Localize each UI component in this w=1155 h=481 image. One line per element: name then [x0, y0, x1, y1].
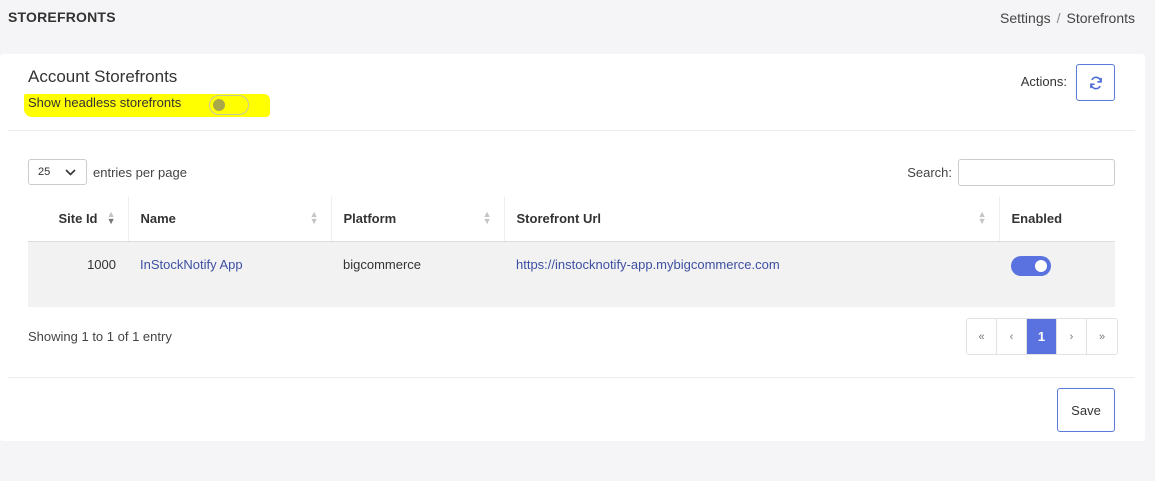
cell-name: InStockNotify App	[128, 241, 331, 307]
sort-icon: ▲ ▼	[309, 209, 319, 226]
sort-icon: ▲ ▼	[977, 209, 987, 226]
column-header-enabled: Enabled	[999, 197, 1115, 242]
refresh-icon	[1089, 76, 1102, 89]
column-header-storefront-url[interactable]: Storefront Url ▲ ▼	[504, 197, 1000, 242]
column-header-platform[interactable]: Platform ▲ ▼	[331, 197, 505, 242]
search-input[interactable]	[958, 159, 1115, 186]
showing-entries-text: Showing 1 to 1 of 1 entry	[28, 329, 172, 344]
pager-first[interactable]: «	[967, 319, 997, 354]
page-title: STOREFRONTS	[8, 9, 116, 25]
storefronts-table: Site Id ▲ ▼ Name ▲ ▼ Platform ▲ ▼ Storefron…	[28, 197, 1115, 307]
toggle-knob	[213, 99, 225, 111]
table-row: 1000 InStockNotify App bigcommerce https…	[28, 241, 1115, 307]
entries-value: 25	[38, 166, 51, 178]
entries-control: 25 entries per page	[28, 159, 187, 185]
cell-site-id: 1000	[28, 241, 128, 307]
headless-toggle[interactable]	[209, 95, 249, 115]
card-title: Account Storefronts	[28, 67, 178, 86]
pager-next[interactable]: ›	[1057, 319, 1087, 354]
entries-select[interactable]: 25	[28, 159, 87, 185]
column-header-site-id[interactable]: Site Id ▲ ▼	[28, 197, 129, 242]
cell-enabled	[999, 241, 1115, 307]
actions-label: Actions:	[1020, 74, 1067, 89]
breadcrumb-settings[interactable]: Settings	[1000, 10, 1051, 26]
storefront-url-link[interactable]: https://instocknotify-app.mybigcommerce.…	[516, 257, 780, 272]
pager-last[interactable]: »	[1087, 319, 1117, 354]
breadcrumb: Settings / Storefronts	[1000, 10, 1135, 26]
cell-platform: bigcommerce	[331, 241, 504, 307]
entries-label: entries per page	[93, 164, 187, 180]
breadcrumb-separator: /	[1056, 10, 1061, 26]
save-button[interactable]: Save	[1057, 388, 1115, 432]
sort-icon: ▲ ▼	[482, 209, 492, 226]
storefront-name-link[interactable]: InStockNotify App	[140, 257, 243, 272]
refresh-button[interactable]	[1076, 64, 1115, 101]
card-footer-divider	[8, 377, 1135, 378]
pager-page-1[interactable]: 1	[1027, 319, 1057, 354]
search-control: Search:	[907, 159, 1115, 186]
headless-toggle-label: Show headless storefronts	[28, 95, 182, 110]
card-header-divider	[8, 130, 1135, 131]
search-label: Search:	[907, 165, 952, 180]
column-header-name[interactable]: Name ▲ ▼	[128, 197, 332, 242]
chevron-down-icon	[65, 168, 76, 176]
pager-prev[interactable]: ‹	[997, 319, 1027, 354]
breadcrumb-storefronts: Storefronts	[1066, 10, 1135, 26]
cell-url: https://instocknotify-app.mybigcommerce.…	[504, 241, 999, 307]
pagination: « ‹ 1 › »	[966, 318, 1118, 355]
toggle-knob	[1035, 259, 1047, 272]
enabled-toggle[interactable]	[1011, 255, 1051, 276]
sort-icon: ▲ ▼	[106, 209, 116, 226]
storefronts-card: Account Storefronts Show headless storef…	[0, 54, 1145, 441]
